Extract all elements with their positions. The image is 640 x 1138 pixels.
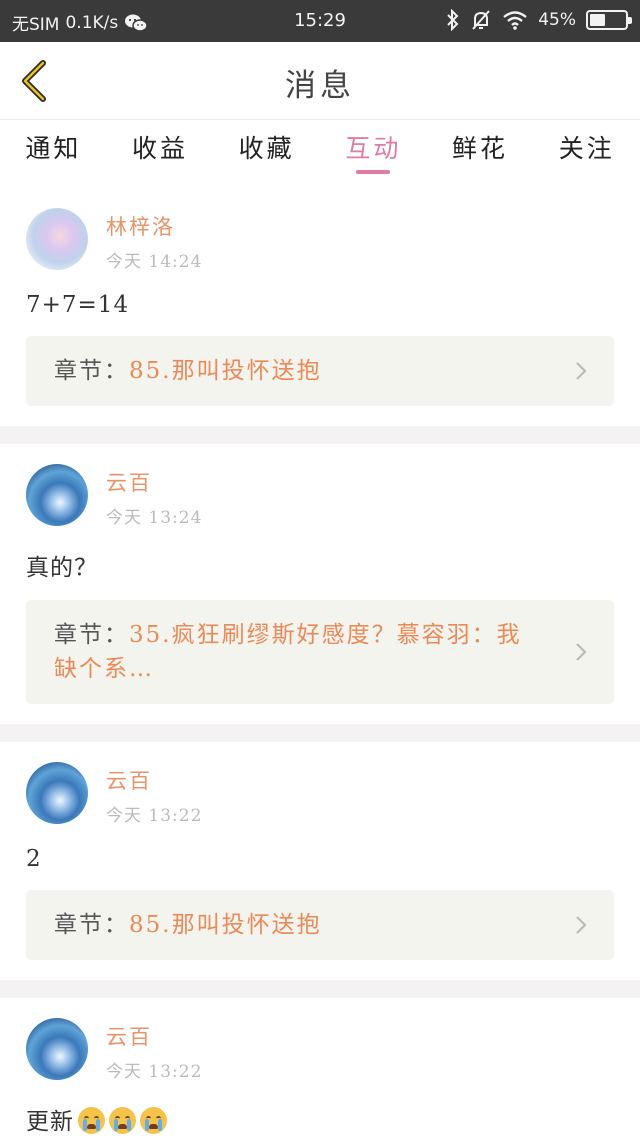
message-text: 更新 [26, 1109, 74, 1135]
message-content: 2 [26, 846, 42, 872]
tab-bar: 通知 收益 收藏 互动 鲜花 关注 [0, 121, 640, 179]
divider [0, 980, 640, 998]
message-content: 真的？ [26, 555, 98, 581]
message-time: 今天 13:22 [106, 1062, 203, 1082]
tab-earnings[interactable]: 收益 [107, 121, 214, 179]
tab-interactions[interactable]: 互动 [320, 121, 427, 179]
message-user-row: 云百 今天 13:24 [26, 464, 614, 530]
divider [0, 426, 640, 444]
message-content: 7+7=14 [26, 292, 130, 318]
battery-percent: 45% [538, 10, 576, 30]
user-info: 云百 今天 13:22 [106, 1018, 202, 1082]
status-right: 45% [446, 9, 632, 31]
chevron-right-icon [576, 362, 587, 380]
chapter-link[interactable]: 章节：35.疯狂刷缪斯好感度？慕容羽：我缺个系… [26, 600, 614, 704]
avatar-girl-icon[interactable] [26, 208, 88, 270]
wifi-icon [503, 11, 527, 30]
user-info: 林梓洛 今天 14:24 [106, 208, 202, 272]
chapter-label: 章节： [54, 622, 129, 648]
tab-notifications[interactable]: 通知 [0, 121, 107, 179]
crying-face-emoji-icon [78, 1107, 105, 1134]
avatar-blue-icon[interactable] [26, 464, 88, 526]
chapter-label: 章节： [54, 358, 129, 384]
message-item: 林梓洛 今天 14:24 7+7=14 章节：85.那叫投怀送抱 [0, 188, 640, 426]
message-time: 今天 13:24 [106, 508, 203, 528]
tab-following[interactable]: 关注 [533, 121, 640, 179]
bluetooth-icon [447, 9, 459, 31]
user-info: 云百 今天 13:24 [106, 464, 202, 528]
tab-flowers[interactable]: 鲜花 [427, 121, 534, 179]
message-list: 林梓洛 今天 14:24 7+7=14 章节：85.那叫投怀送抱 云百 今天 1… [0, 188, 640, 1136]
chevron-right-icon [576, 643, 587, 661]
message-user-row: 林梓洛 今天 14:24 [26, 208, 614, 274]
battery-icon [586, 10, 632, 30]
app-header: 消息 [0, 42, 640, 120]
message-item: 云百 今天 13:22 2 章节：85.那叫投怀送抱 [0, 742, 640, 980]
crying-face-emoji-icon [140, 1107, 167, 1134]
avatar-blue-icon[interactable] [26, 762, 88, 824]
avatar-blue-icon[interactable] [26, 1018, 88, 1080]
mute-bell-icon [472, 10, 490, 30]
chapter-title: 85.那叫投怀送抱 [129, 912, 322, 938]
message-time: 今天 13:22 [106, 806, 203, 826]
chapter-link[interactable]: 章节：85.那叫投怀送抱 [26, 890, 614, 960]
tab-favorites[interactable]: 收藏 [213, 121, 320, 179]
chapter-title: 85.那叫投怀送抱 [129, 358, 322, 384]
message-content: 更新 [26, 1102, 614, 1136]
page-title: 消息 [285, 68, 355, 104]
battery-level [590, 14, 606, 26]
message-time: 今天 14:24 [106, 252, 203, 272]
crying-face-emoji-icon [109, 1107, 136, 1134]
message-item: 云百 今天 13:22 更新 [0, 998, 640, 1136]
user-info: 云百 今天 13:22 [106, 762, 202, 826]
status-bar: 无SIM 0.1K/s 15:29 45% [0, 0, 640, 42]
divider [0, 724, 640, 742]
message-user-row: 云百 今天 13:22 [26, 762, 614, 828]
username[interactable]: 云百 [106, 1021, 202, 1051]
chevron-right-icon [576, 916, 587, 934]
emoji-group [74, 1107, 167, 1135]
username[interactable]: 云百 [106, 765, 202, 795]
username[interactable]: 林梓洛 [106, 211, 202, 241]
chapter-label: 章节： [54, 912, 129, 938]
message-item: 云百 今天 13:24 真的？ 章节：35.疯狂刷缪斯好感度？慕容羽：我缺个系… [0, 444, 640, 724]
message-user-row: 云百 今天 13:22 [26, 1018, 614, 1084]
username[interactable]: 云百 [106, 467, 202, 497]
chapter-link[interactable]: 章节：85.那叫投怀送抱 [26, 336, 614, 406]
